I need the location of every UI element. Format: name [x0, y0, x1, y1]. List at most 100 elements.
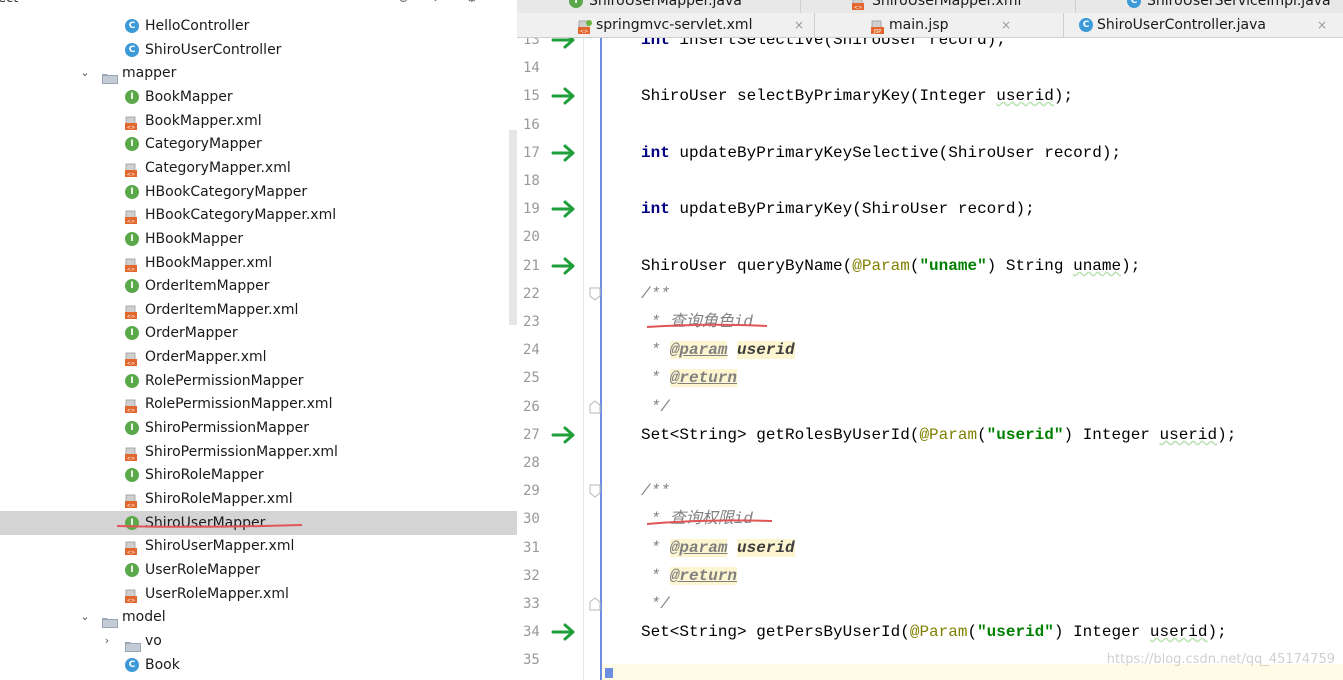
line-number: 30 — [523, 511, 540, 527]
code-token: * — [641, 341, 670, 359]
editor-tab[interactable]: C ShiroUserController.java × — [1063, 13, 1343, 37]
tree-item[interactable]: I CategoryMapper — [0, 132, 517, 156]
tree-item-label: UserRoleMapper.xml — [145, 586, 289, 602]
xml-file-icon: <> — [125, 256, 139, 273]
implementation-arrow-icon[interactable] — [551, 622, 577, 642]
tree-item[interactable]: <> ShiroUserMapper.xml — [0, 534, 517, 558]
code-token: ); — [1053, 87, 1074, 105]
code-token: insertSelective(ShiroUser record); — [669, 38, 1006, 49]
close-icon[interactable]: × — [1001, 13, 1011, 37]
implementation-arrow-icon[interactable] — [551, 143, 577, 163]
code-token: userid — [996, 87, 1054, 105]
tree-item-label: mapper — [122, 65, 177, 81]
tree-item[interactable]: <> HBookCategoryMapper.xml — [0, 203, 517, 227]
gear-icon[interactable]: ⚙ — [466, 0, 478, 6]
folder-icon — [102, 68, 118, 84]
xml-file-icon: <> — [125, 492, 139, 509]
class-icon: C — [125, 43, 139, 57]
tree-folder-mapper[interactable]: ⌄ mapper — [0, 61, 517, 85]
tree-item[interactable]: <> RolePermissionMapper.xml — [0, 392, 517, 416]
tree-item[interactable]: I BookMapper — [0, 85, 517, 109]
tree-item[interactable]: I OrderMapper — [0, 321, 517, 345]
tree-item-label: BookMapper — [145, 89, 233, 105]
code-editor[interactable]: 13 14 15 16 17 18 19 20 21 22 23 24 25 26 27 28 29 30 31 32… — [517, 38, 1343, 680]
code-token: ( — [967, 623, 978, 641]
line-gutter: 13 14 15 16 17 18 19 20 21 22 23 24 25 26 27 28 29 30 31 32… — [517, 38, 577, 680]
fold-marker-icon[interactable] — [589, 400, 601, 414]
tree-item[interactable]: <> ShiroRoleMapper.xml — [0, 487, 517, 511]
editor-tab[interactable]: <> ShiroUserMapper.xml — [800, 0, 1076, 13]
implementation-arrow-icon[interactable] — [551, 425, 577, 445]
code-token: ) String — [986, 257, 1074, 275]
tree-item-label: OrderMapper.xml — [145, 349, 267, 365]
implementation-arrow-icon[interactable] — [551, 38, 577, 50]
interface-icon: I — [125, 185, 139, 199]
chevron-right-icon[interactable]: › — [101, 629, 113, 653]
tree-item[interactable]: C Book — [0, 653, 517, 677]
svg-text:<>: <> — [127, 314, 135, 319]
tree-item-label: RolePermissionMapper.xml — [145, 396, 333, 412]
tree-item-label: model — [122, 609, 166, 625]
code-line: * 查询角色id — [641, 308, 753, 336]
tree-item[interactable]: I UserRoleMapper — [0, 558, 517, 582]
tree-item[interactable]: C ShiroUserController — [0, 38, 517, 62]
tree-item[interactable]: C HelloController — [0, 14, 517, 38]
svg-text:<>: <> — [127, 172, 135, 177]
tree-item[interactable]: <> BookMapper.xml — [0, 109, 517, 133]
code-token: ) Integer — [1063, 426, 1160, 444]
svg-text:<>: <> — [127, 219, 135, 224]
tree-item[interactable]: I ShiroUserMapper — [0, 511, 517, 535]
tree-item-label: HBookMapper.xml — [145, 255, 273, 271]
code-token: Set<String> getRolesByUserId( — [641, 426, 920, 444]
tree-item[interactable]: <> ShiroPermissionMapper.xml — [0, 440, 517, 464]
tree-item-label: ShiroUserController — [145, 42, 282, 58]
code-token: */ — [641, 595, 670, 613]
fold-marker-icon[interactable] — [589, 597, 601, 611]
tree-item[interactable]: I RolePermissionMapper — [0, 369, 517, 393]
code-line: ShiroUser queryByName(@Param("uname") St… — [641, 252, 1140, 280]
tree-item[interactable]: I HBookMapper — [0, 227, 517, 251]
editor-tab[interactable]: C ShiroUserServiceImpl.java — [1075, 0, 1343, 13]
close-icon[interactable]: × — [794, 13, 804, 37]
chevron-down-icon[interactable]: ⌄ — [79, 61, 91, 85]
scrollbar-thumb[interactable] — [509, 130, 517, 325]
line-number: 20 — [523, 229, 540, 245]
code-token: @return — [669, 369, 738, 387]
tree-item-label: RolePermissionMapper — [145, 373, 304, 389]
tree-item[interactable]: <> CategoryMapper.xml — [0, 156, 517, 180]
implementation-arrow-icon[interactable] — [551, 199, 577, 219]
editor-tab[interactable]: JSP main.jsp × — [814, 13, 1064, 37]
editor-tab[interactable]: I ShiroUserMapper.java — [517, 0, 801, 13]
code-token: updateByPrimaryKeySelective(ShiroUser re… — [669, 144, 1122, 162]
tree-folder-vo[interactable]: › vo — [0, 629, 517, 653]
tree-item[interactable]: <> OrderItemMapper.xml — [0, 298, 517, 322]
tree-item[interactable]: I OrderItemMapper — [0, 274, 517, 298]
tree-item[interactable]: I ShiroPermissionMapper — [0, 416, 517, 440]
fold-marker-icon[interactable] — [589, 287, 601, 301]
fold-marker-icon[interactable] — [589, 484, 601, 498]
tree-item[interactable]: <> HBookMapper.xml — [0, 251, 517, 275]
code-token: ( — [977, 426, 987, 444]
folder-icon — [102, 612, 118, 628]
tree-folder-model[interactable]: ⌄ model — [0, 605, 517, 629]
editor-tab[interactable]: <> springmvc-servlet.xml × — [576, 13, 815, 37]
red-annotation-underline — [117, 524, 302, 528]
tree-item[interactable]: <> OrderMapper.xml — [0, 345, 517, 369]
code-line: */ — [641, 393, 670, 421]
globe-icon[interactable]: ⊕ — [398, 0, 409, 6]
tree-item[interactable]: I HBookCategoryMapper — [0, 180, 517, 204]
tree-item[interactable]: <> UserRoleMapper.xml — [0, 582, 517, 606]
svg-text:<>: <> — [127, 550, 135, 555]
svg-text:<>: <> — [127, 361, 135, 366]
chevron-down-icon[interactable]: ⌄ — [79, 605, 91, 629]
project-panel-header: ect ⊕ ÷ ⚙ — [0, 0, 517, 11]
implementation-arrow-icon[interactable] — [551, 256, 577, 276]
code-token: * — [641, 567, 670, 585]
close-icon[interactable]: × — [1317, 13, 1327, 37]
implementation-arrow-icon[interactable] — [551, 86, 577, 106]
tree-item[interactable]: I ShiroRoleMapper — [0, 463, 517, 487]
sort-icon[interactable]: ÷ — [430, 0, 441, 6]
tree-item-label: ShiroRoleMapper — [145, 467, 264, 483]
